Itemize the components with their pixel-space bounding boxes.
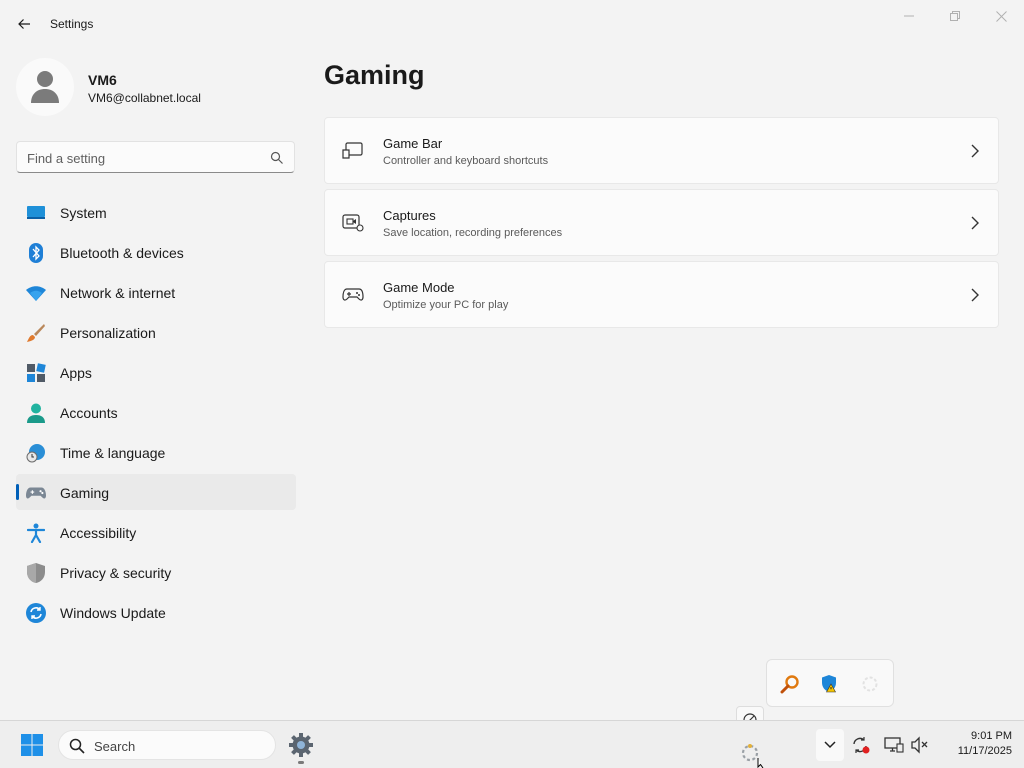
wifi-icon [26, 283, 46, 303]
card-description: Save location, recording preferences [383, 227, 563, 239]
sidebar-item-label: Accounts [60, 405, 118, 421]
sidebar-item-label: Windows Update [60, 605, 166, 621]
search-icon[interactable] [270, 151, 284, 165]
page-title: Gaming [324, 60, 425, 90]
taskbar-search-label: Search [94, 739, 136, 754]
card-captures[interactable]: Captures Save location, recording prefer… [324, 189, 999, 256]
sidebar-item-accounts[interactable]: Accounts [16, 394, 296, 430]
sidebar-item-label: Accessibility [60, 525, 137, 541]
system-icon [26, 203, 46, 223]
chevron-right-icon [971, 144, 979, 158]
sidebar-item-label: Personalization [60, 325, 156, 341]
chevron-down-icon [824, 741, 836, 749]
sidebar-item-gaming[interactable]: Gaming [16, 474, 296, 510]
sidebar-nav: System Bluetooth & devices Network & int… [16, 194, 296, 634]
card-title: Game Mode [383, 280, 455, 295]
title-bar: Settings [0, 0, 1024, 48]
loading-spinner-icon[interactable] [858, 672, 882, 696]
running-indicator [298, 761, 304, 764]
restore-icon [950, 11, 960, 21]
sidebar-item-personalization[interactable]: Personalization [16, 314, 296, 350]
close-icon [995, 10, 1007, 22]
card-game-mode[interactable]: Game Mode Optimize your PC for play [324, 261, 999, 328]
show-hidden-icons-button[interactable] [816, 729, 844, 761]
sidebar-item-accessibility[interactable]: Accessibility [16, 514, 296, 550]
gear-icon [289, 733, 313, 757]
card-description: Optimize your PC for play [383, 299, 509, 311]
mouse-cursor-icon [757, 758, 764, 768]
user-name: VM6 [88, 72, 117, 88]
clock-time: 9:01 PM [971, 730, 1012, 742]
taskbar: Search 9:01 PM 11/17/2025 [0, 720, 1024, 768]
sidebar-item-bluetooth-devices[interactable]: Bluetooth & devices [16, 234, 296, 270]
chevron-right-icon [971, 216, 979, 230]
sync-alert-icon[interactable] [851, 735, 871, 755]
accounts-icon [26, 403, 46, 423]
bluetooth-icon [26, 243, 46, 263]
game-mode-icon [342, 284, 364, 306]
user-email: VM6@collabnet.local [88, 91, 201, 105]
find-setting-search[interactable] [16, 141, 295, 173]
chevron-right-icon [971, 288, 979, 302]
sidebar-item-label: Time & language [60, 445, 166, 461]
globe-clock-icon [26, 443, 46, 463]
tray-overflow-popup [766, 659, 894, 707]
sidebar-item-label: Bluetooth & devices [60, 245, 184, 261]
card-title: Captures [383, 208, 436, 223]
taskbar-settings-app[interactable] [284, 729, 318, 761]
sidebar-item-label: Apps [60, 365, 92, 381]
captures-icon [342, 212, 364, 234]
sidebar-item-privacy-security[interactable]: Privacy & security [16, 554, 296, 590]
shield-icon [26, 563, 46, 583]
sidebar-item-apps[interactable]: Apps [16, 354, 296, 390]
sidebar-item-label: Network & internet [60, 285, 176, 301]
accessibility-icon [26, 523, 46, 543]
network-icon[interactable] [884, 735, 904, 755]
user-avatar-icon [31, 71, 59, 103]
minimize-icon [904, 15, 914, 17]
taskbar-search[interactable]: Search [58, 730, 276, 760]
update-icon [26, 603, 46, 623]
back-arrow-icon [18, 19, 30, 29]
back-button[interactable] [10, 10, 38, 38]
avatar[interactable] [16, 58, 74, 116]
volume-muted-icon[interactable] [910, 735, 930, 755]
sidebar-item-network-internet[interactable]: Network & internet [16, 274, 296, 310]
gamepad-icon [26, 483, 46, 503]
apps-icon [26, 363, 46, 383]
card-description: Controller and keyboard shortcuts [383, 155, 549, 167]
search-tool-icon[interactable] [778, 672, 802, 696]
sidebar-item-time-language[interactable]: Time & language [16, 434, 296, 470]
close-button[interactable] [978, 4, 1024, 28]
search-input[interactable] [27, 149, 257, 167]
search-icon [69, 738, 85, 754]
card-game-bar[interactable]: Game Bar Controller and keyboard shortcu… [324, 117, 999, 184]
app-title: Settings [50, 17, 94, 31]
sidebar-item-label: System [60, 205, 107, 221]
windows-logo-icon [21, 734, 43, 756]
start-button[interactable] [16, 731, 48, 759]
game-bar-icon [342, 140, 364, 162]
user-profile[interactable]: VM6 VM6@collabnet.local [16, 58, 296, 118]
sidebar-item-system[interactable]: System [16, 194, 296, 230]
sidebar-item-windows-update[interactable]: Windows Update [16, 594, 296, 630]
restore-button[interactable] [932, 4, 978, 28]
brush-icon [26, 323, 46, 343]
taskbar-clock[interactable]: 9:01 PM 11/17/2025 [936, 729, 1012, 759]
card-title: Game Bar [383, 136, 443, 151]
sidebar-item-label: Privacy & security [60, 565, 172, 581]
defender-warning-icon[interactable] [818, 672, 842, 696]
clock-date: 11/17/2025 [957, 745, 1012, 757]
minimize-button[interactable] [886, 4, 932, 28]
sidebar-item-label: Gaming [60, 485, 110, 501]
